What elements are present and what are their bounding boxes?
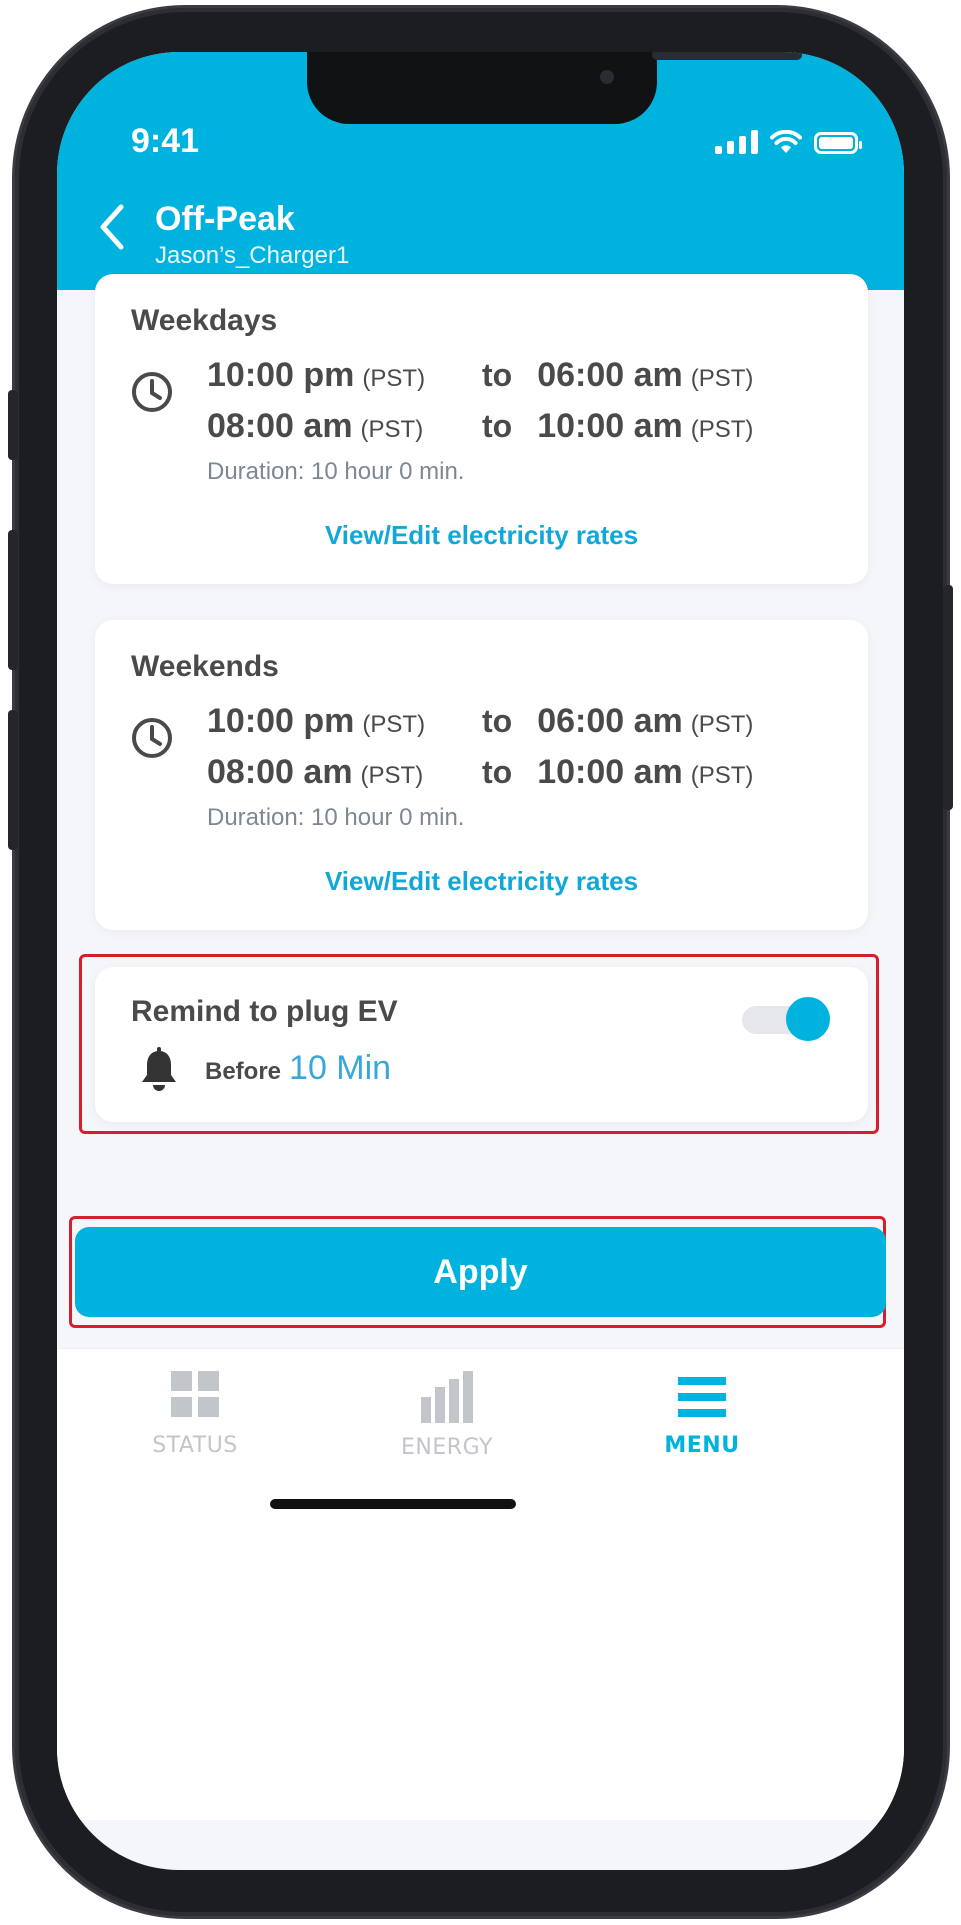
tab-menu[interactable]: MENU <box>612 1371 792 1458</box>
reminder-title: Remind to plug EV <box>131 995 398 1028</box>
status-icons <box>715 130 862 154</box>
reminder-before-value[interactable]: 10 Min <box>289 1049 391 1088</box>
charger-name: Jason’s_Charger1 <box>155 242 350 269</box>
slot-separator: to <box>482 357 513 393</box>
slot-start-zone: (PST) <box>362 711 426 738</box>
volume-down-button <box>8 710 18 850</box>
slot-start: 10:00 pm <box>207 702 355 740</box>
apply-button[interactable]: Apply <box>75 1227 886 1317</box>
menu-icon <box>678 1377 726 1417</box>
power-button <box>943 585 953 810</box>
clock-icon <box>132 718 172 758</box>
tab-status[interactable]: STATUS <box>105 1371 285 1458</box>
bell-icon <box>142 1047 176 1091</box>
toggle-knob <box>786 997 830 1041</box>
slot-end-zone: (PST) <box>690 762 754 789</box>
page-title: Off-Peak <box>155 200 295 238</box>
grid-icon <box>171 1371 219 1417</box>
clock-icon <box>132 372 172 412</box>
weekdays-edit-rates-link[interactable]: View/Edit electricity rates <box>95 520 868 551</box>
tab-label: MENU <box>664 1433 740 1458</box>
slot-end: 10:00 am <box>537 407 683 445</box>
weekdays-title: Weekdays <box>131 304 278 337</box>
weekends-edit-rates-link[interactable]: View/Edit electricity rates <box>95 866 868 897</box>
weekends-title: Weekends <box>131 650 279 683</box>
slot-start: 08:00 am <box>207 753 353 791</box>
notch <box>307 52 802 124</box>
bar-chart-icon <box>421 1371 473 1423</box>
weekends-card: Weekends 10:00 pm (PST) to 06:00 am (PST) … <box>95 620 868 930</box>
battery-icon <box>814 132 862 154</box>
reminder-before-row: Before 10 Min <box>205 1049 391 1088</box>
front-camera <box>600 70 614 84</box>
slot-end: 10:00 am <box>537 753 683 791</box>
status-time: 9:41 <box>131 122 200 160</box>
time-slot-row: 10:00 pm (PST) to 06:00 am (PST) <box>207 702 753 741</box>
slot-separator: to <box>482 408 513 444</box>
slot-start-zone: (PST) <box>360 416 424 443</box>
slot-end: 06:00 am <box>537 702 683 740</box>
cellular-signal-icon <box>715 130 758 154</box>
home-indicator <box>270 1499 516 1509</box>
time-slot-row: 08:00 am (PST) to 10:00 am (PST) <box>207 753 753 792</box>
volume-up-button <box>8 530 18 670</box>
slot-end: 06:00 am <box>537 356 683 394</box>
reminder-toggle[interactable] <box>742 997 830 1041</box>
weekdays-card: Weekdays 10:00 pm (PST) to 06:00 am (PST) … <box>95 274 868 584</box>
bottom-tab-bar: STATUS ENERGY MENU <box>57 1348 904 1820</box>
weekends-duration: Duration: 10 hour 0 min. <box>207 804 465 831</box>
mute-switch <box>8 390 18 460</box>
chevron-left-icon <box>100 204 124 250</box>
wifi-icon <box>770 130 802 153</box>
reminder-before-label: Before <box>205 1058 282 1085</box>
slot-separator: to <box>482 754 513 790</box>
slot-end-zone: (PST) <box>690 365 754 392</box>
weekdays-duration: Duration: 10 hour 0 min. <box>207 458 465 485</box>
slot-end-zone: (PST) <box>690 711 754 738</box>
time-slot-row: 10:00 pm (PST) to 06:00 am (PST) <box>207 356 753 395</box>
phone-screen: 9:41 Off-Peak Jason’s_Charger1 Weekdays <box>57 52 904 1870</box>
slot-end-zone: (PST) <box>690 416 754 443</box>
slot-start-zone: (PST) <box>360 762 424 789</box>
back-button[interactable] <box>77 192 147 262</box>
tab-label: STATUS <box>152 1433 238 1458</box>
slot-start-zone: (PST) <box>362 365 426 392</box>
slot-start: 08:00 am <box>207 407 353 445</box>
slot-start: 10:00 pm <box>207 356 355 394</box>
tab-label: ENERGY <box>401 1435 493 1460</box>
time-slot-row: 08:00 am (PST) to 10:00 am (PST) <box>207 407 753 446</box>
reminder-card: Remind to plug EV Before 10 Min <box>95 967 868 1122</box>
speaker-grille <box>652 52 802 60</box>
slot-separator: to <box>482 703 513 739</box>
tab-energy[interactable]: ENERGY <box>357 1371 537 1460</box>
